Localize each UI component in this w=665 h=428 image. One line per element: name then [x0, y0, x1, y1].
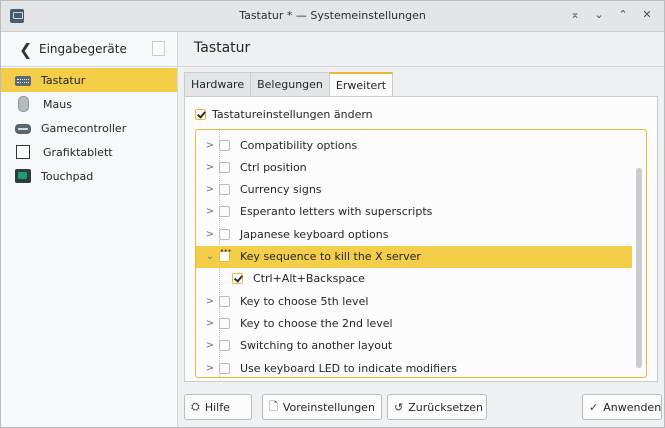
expand-arrow-icon[interactable]: > — [201, 363, 219, 374]
option-label: Ctrl position — [240, 160, 307, 174]
collapse-arrow-icon[interactable]: ⌄ — [201, 251, 219, 262]
sidebar-list: Tastatur Maus Gamecontroller Grafiktable… — [1, 68, 177, 188]
tab-hardware[interactable]: Hardware — [184, 72, 251, 98]
tree-row[interactable]: > Currency signs — [196, 179, 632, 201]
settings-window: Tastatur * — Systemeinstellungen ⌅ ⌄ ⌃ ✕… — [0, 0, 665, 428]
help-label: Hilfe — [204, 400, 230, 414]
expand-arrow-icon[interactable]: > — [201, 318, 219, 329]
sidebar-item-label: Gamecontroller — [41, 121, 127, 135]
option-checkbox[interactable] — [219, 340, 230, 352]
option-checkbox[interactable] — [219, 317, 230, 329]
tree-child-row[interactable]: Ctrl+Alt+Backspace — [196, 268, 646, 290]
tree-row[interactable]: > Esperanto letters with superscripts — [196, 201, 632, 223]
sidebar-item-maus[interactable]: Maus — [1, 92, 177, 116]
option-label: Compatibility options — [240, 138, 358, 152]
option-label: Use keyboard LED to indicate modifiers — [240, 361, 458, 375]
apply-label: Anwenden — [603, 400, 662, 414]
defaults-icon: 🗋 — [269, 399, 278, 413]
touchpad-icon — [15, 169, 31, 183]
expand-arrow-icon[interactable]: > — [201, 162, 219, 173]
document-icon[interactable] — [152, 41, 165, 56]
tab-belegungen[interactable]: Belegungen — [250, 72, 329, 98]
sidebar-item-grafiktablett[interactable]: Grafiktablett — [1, 140, 177, 164]
back-arrow-icon[interactable]: ❮ — [19, 40, 32, 59]
tree-row[interactable]: ⌄ Key sequence to kill the X server — [196, 245, 632, 268]
main-content: Tastatur Hardware Belegungen Erweitert T… — [178, 32, 664, 427]
option-label: Currency signs — [240, 183, 322, 197]
option-checkbox[interactable] — [219, 246, 231, 262]
defaults-label: Voreinstellungen — [282, 400, 375, 414]
change-settings-checkbox[interactable] — [195, 109, 206, 120]
advanced-panel: Tastatureinstellungen ändern > Compatibil… — [184, 96, 658, 382]
option-checkbox[interactable] — [219, 362, 230, 374]
option-checkbox[interactable] — [219, 139, 230, 151]
option-checkbox[interactable] — [219, 206, 230, 218]
sidebar-item-label: Tastatur — [41, 73, 86, 87]
main-header: Tastatur — [178, 32, 664, 67]
change-settings-toggle[interactable]: Tastatureinstellungen ändern — [195, 108, 373, 121]
expand-arrow-icon[interactable]: > — [201, 340, 219, 351]
defaults-button[interactable]: 🗋 Voreinstellungen — [262, 394, 382, 420]
reset-button[interactable]: ↺ Zurücksetzen — [387, 394, 487, 420]
option-checkbox[interactable] — [232, 273, 243, 285]
tab-bar: Hardware Belegungen Erweitert — [184, 72, 394, 98]
close-button[interactable]: ✕ — [640, 7, 654, 23]
mouse-icon — [18, 96, 29, 112]
apply-button[interactable]: ✓ Anwenden — [582, 394, 662, 420]
expand-arrow-icon[interactable]: > — [201, 140, 219, 151]
expand-arrow-icon[interactable]: > — [201, 296, 219, 307]
tree-row[interactable]: > Use keyboard LED to indicate modifiers — [196, 357, 632, 377]
tree-row[interactable]: > Key to choose 5th level — [196, 290, 632, 312]
option-label: Switching to another layout — [240, 339, 393, 353]
option-label: Key sequence to kill the X server — [240, 250, 421, 263]
button-bar: ⛭ Hilfe 🗋 Voreinstellungen ↺ Zurücksetze… — [178, 394, 664, 424]
option-label: Ctrl+Alt+Backspace — [253, 272, 365, 286]
sidebar-item-touchpad[interactable]: Touchpad — [1, 164, 177, 188]
tree-row[interactable]: > Ctrl position — [196, 156, 632, 178]
options-tree: > Compatibility options > Ctrl position > Cur… — [195, 129, 647, 378]
minimize-button[interactable]: ⌄ — [592, 7, 606, 23]
expand-arrow-icon[interactable]: > — [201, 184, 219, 195]
tree-row[interactable]: > Compatibility options — [196, 134, 632, 156]
reset-label: Zurücksetzen — [408, 400, 483, 414]
tree-row[interactable]: > Japanese keyboard options — [196, 223, 632, 245]
change-settings-label: Tastatureinstellungen ändern — [212, 108, 373, 121]
option-checkbox[interactable] — [219, 161, 230, 173]
option-label: Key to choose 5th level — [240, 294, 369, 308]
expand-arrow-icon[interactable]: > — [201, 229, 219, 240]
check-icon: ✓ — [589, 400, 599, 414]
keyboard-icon — [15, 75, 31, 86]
tablet-icon — [16, 145, 30, 159]
option-label: Key to choose the 2nd level — [240, 316, 393, 330]
scrollbar[interactable] — [636, 168, 642, 368]
help-icon: ⛭ — [191, 400, 200, 413]
window-title: Tastatur * — Systemeinstellungen — [239, 9, 426, 22]
expand-arrow-icon[interactable]: > — [201, 206, 219, 217]
option-checkbox[interactable] — [219, 184, 230, 196]
option-label: Esperanto letters with superscripts — [240, 205, 433, 219]
sidebar-title: Eingabegeräte — [39, 42, 127, 56]
sidebar-item-gamecontroller[interactable]: Gamecontroller — [1, 116, 177, 140]
sidebar-item-tastatur[interactable]: Tastatur — [1, 68, 177, 92]
reset-icon: ↺ — [394, 400, 404, 414]
page-title: Tastatur — [194, 40, 251, 56]
tab-erweitert[interactable]: Erweitert — [328, 72, 394, 98]
option-checkbox[interactable] — [219, 228, 230, 240]
sidebar-item-label: Touchpad — [41, 169, 94, 183]
tree-row[interactable]: > Switching to another layout — [196, 335, 632, 357]
option-checkbox[interactable] — [219, 295, 230, 307]
title-bar: Tastatur * — Systemeinstellungen ⌅ ⌄ ⌃ ✕ — [1, 1, 664, 32]
help-button[interactable]: ⛭ Hilfe — [184, 394, 252, 420]
maximize-button[interactable]: ⌃ — [616, 7, 630, 23]
gamepad-icon — [15, 124, 31, 134]
sidebar-item-label: Maus — [43, 97, 72, 111]
tree-row[interactable]: > Key to choose the 2nd level — [196, 312, 632, 334]
keep-above-button[interactable]: ⌅ — [568, 7, 582, 23]
sidebar: ❮ Eingabegeräte Tastatur Maus Gamecontro… — [1, 32, 178, 427]
sidebar-item-label: Grafiktablett — [43, 145, 113, 159]
option-label: Japanese keyboard options — [240, 227, 389, 241]
sidebar-header: ❮ Eingabegeräte — [1, 32, 177, 67]
